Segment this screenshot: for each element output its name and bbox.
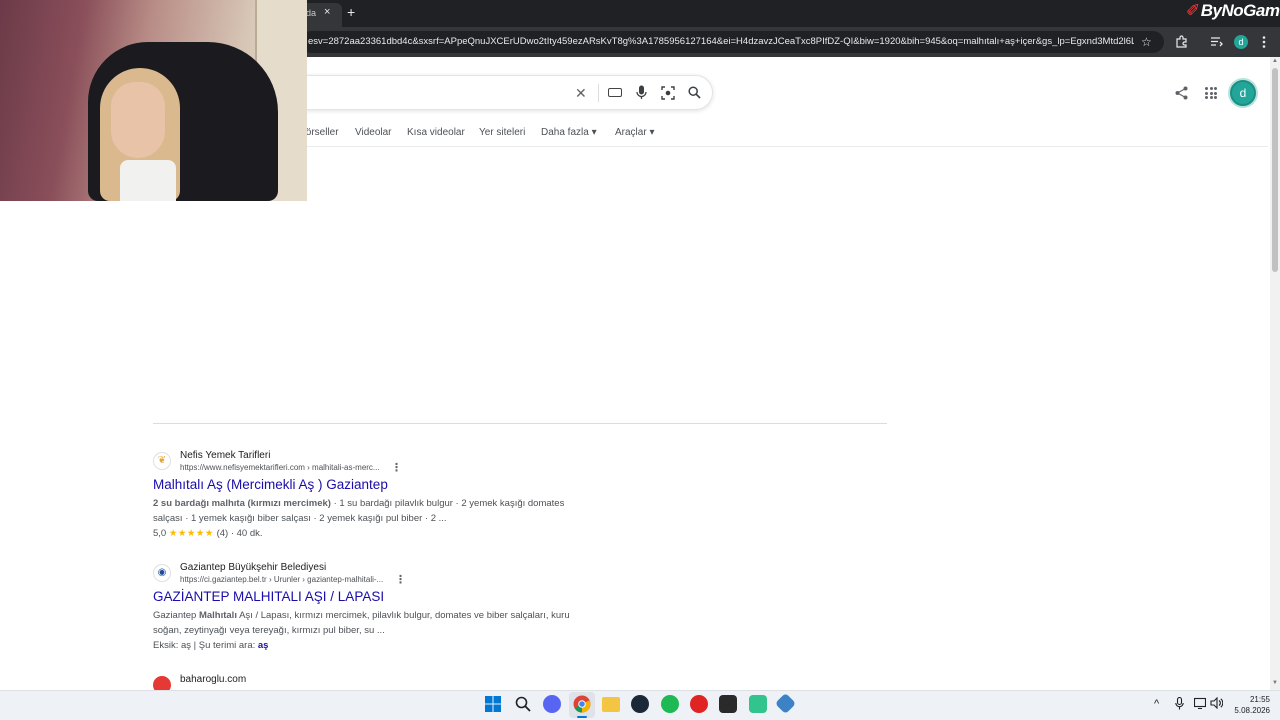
taskbar-search-icon[interactable] [515, 696, 531, 712]
result-favicon-icon: ❦ [153, 452, 171, 470]
streamer-shirt [120, 160, 176, 201]
steam-icon[interactable] [631, 695, 649, 713]
epic-games-icon[interactable] [719, 695, 737, 713]
result-missing-terms: Eksik: aş | Şu terimi ara: aş [153, 640, 269, 651]
tray-volume-icon[interactable] [1210, 697, 1223, 709]
nav-divider [300, 146, 1268, 147]
keyboard-icon[interactable] [608, 88, 622, 97]
result-site-name[interactable]: Nefis Yemek Tarifleri [180, 450, 270, 461]
result-menu-icon[interactable]: ⋮ [391, 461, 402, 474]
scroll-down-arrow-icon[interactable]: ▼ [1272, 680, 1278, 686]
result-rating: 5,0 ★★★★★ (4) · 40 dk. [153, 528, 263, 539]
address-bar-url[interactable]: esv=2872aa23361dbd4c&sxsrf=APpeQnuJXCErU… [308, 36, 1134, 47]
clear-search-icon[interactable]: ✕ [575, 86, 587, 100]
search-icon[interactable] [688, 86, 701, 99]
active-app-indicator [577, 716, 587, 718]
clock-date: 5.08.2026 [1234, 706, 1270, 715]
streamer-brand-logo: ✐ByNoGame [1186, 1, 1280, 20]
streamer-face [111, 82, 165, 158]
voice-search-icon[interactable] [636, 85, 647, 100]
scrollbar-thumb[interactable] [1272, 68, 1278, 272]
result-favicon-icon: ◉ [153, 564, 171, 582]
clock-time: 21:55 [1249, 695, 1270, 704]
browser-profile-avatar[interactable]: d [1234, 35, 1248, 49]
search-term-link[interactable]: aş [258, 640, 269, 651]
tab-videos[interactable]: Videolar [355, 127, 392, 138]
result-url[interactable]: https://ci.gaziantep.bel.tr › Urunler › … [180, 575, 383, 584]
rating-stars-icon: ★★★★★ [168, 528, 214, 539]
spotify-icon[interactable] [661, 695, 679, 713]
result-snippet: salçası · 1 yemek kaşığı biber salçası ·… [153, 513, 447, 524]
extensions-icon[interactable] [1175, 35, 1188, 48]
search-input[interactable] [280, 75, 713, 110]
result-title-link[interactable]: Malhıtalı Aş (Mercimekli Aş ) Gaziantep [153, 477, 388, 492]
tray-network-icon[interactable] [1194, 697, 1206, 709]
webcam-overlay [0, 0, 307, 201]
chat-app-icon[interactable] [749, 695, 767, 713]
results-divider [153, 423, 887, 424]
result-site-name[interactable]: Gaziantep Büyükşehir Belediyesi [180, 562, 326, 573]
result-snippet: Gaziantep Malhıtalı Aşı / Lapası, kırmız… [153, 610, 570, 621]
tab-places[interactable]: Yer siteleri [479, 127, 525, 138]
discord-icon[interactable] [543, 695, 561, 713]
browser-menu-icon[interactable] [1261, 35, 1267, 49]
lens-search-icon[interactable] [661, 86, 675, 100]
bookmark-star-icon[interactable]: ☆ [1141, 35, 1152, 49]
result-snippet: 2 su bardağı malhıta (kırmızı mercimek) … [153, 498, 565, 509]
result-site-name[interactable]: baharoglu.com [180, 674, 246, 685]
google-apps-icon[interactable] [1205, 87, 1217, 99]
reading-list-icon[interactable] [1210, 36, 1223, 47]
tab-title: da [306, 8, 317, 18]
windows-start-icon[interactable] [485, 696, 501, 712]
tab-tools[interactable]: Araçlar ▾ [615, 127, 654, 138]
tab-more[interactable]: Daha fazla ▾ [541, 127, 597, 138]
result-title-link[interactable]: GAZİANTEP MALHITALI AŞI / LAPASI [153, 589, 384, 604]
result-snippet: soğan, zeytinyağı veya tereyağı, kırmızı… [153, 625, 385, 636]
tab-close-icon[interactable]: × [324, 6, 330, 18]
result-url[interactable]: https://www.nefisyemektarifleri.com › ma… [180, 463, 380, 472]
scroll-up-arrow-icon[interactable]: ▲ [1272, 58, 1278, 64]
chrome-icon[interactable] [573, 695, 591, 713]
taskbar-clock[interactable]: 21:55 5.08.2026 [1230, 694, 1270, 716]
search-divider [598, 84, 599, 102]
app-record-icon[interactable] [690, 695, 708, 713]
file-explorer-icon[interactable] [602, 697, 620, 712]
tab-short-videos[interactable]: Kısa videolar [407, 127, 465, 138]
new-tab-button[interactable]: + [347, 4, 355, 20]
tray-microphone-icon[interactable] [1175, 697, 1184, 710]
tray-overflow-chevron-icon[interactable]: ^ [1154, 698, 1159, 710]
google-account-avatar[interactable]: d [1230, 80, 1256, 106]
share-icon[interactable] [1175, 86, 1188, 100]
result-menu-icon[interactable]: ⋮ [395, 573, 406, 586]
